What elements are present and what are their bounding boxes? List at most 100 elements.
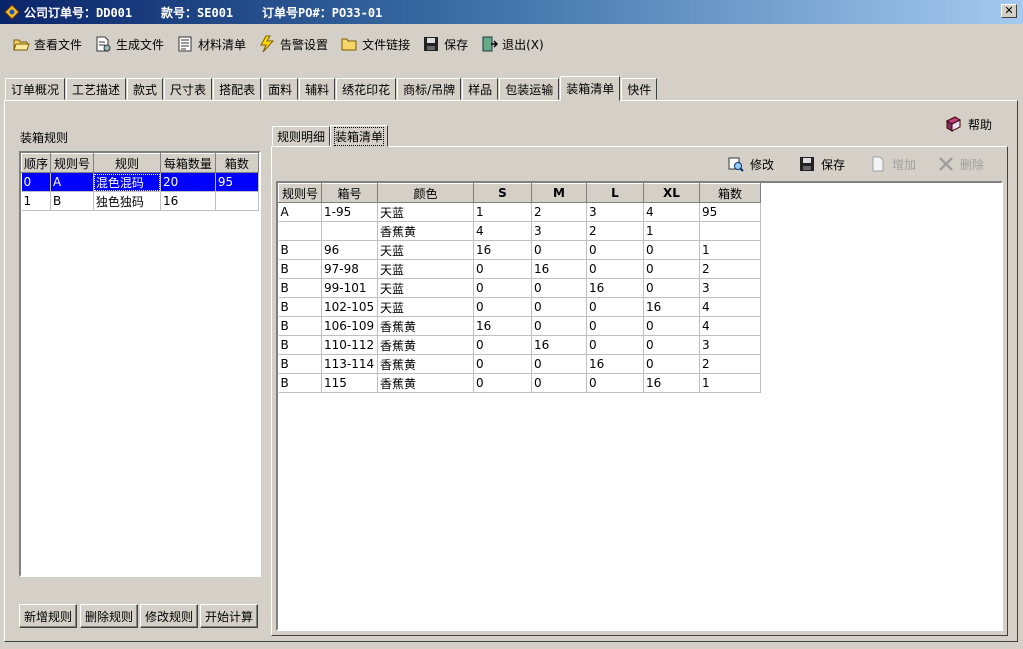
packing-cell[interactable]: 0: [531, 240, 587, 260]
tab-order-overview[interactable]: 订单概况: [5, 78, 66, 100]
tab-packing-shipping[interactable]: 包装运输: [499, 78, 560, 100]
tab-style[interactable]: 款式: [127, 78, 164, 100]
tab-assortment[interactable]: 搭配表: [213, 78, 262, 100]
tab-fabric[interactable]: 面料: [262, 78, 299, 100]
packing-cell[interactable]: 0: [473, 335, 532, 355]
packing-cell[interactable]: 3: [699, 278, 761, 298]
file-link-button[interactable]: 文件链接: [340, 32, 410, 56]
packing-cell[interactable]: 0: [643, 278, 700, 298]
packing-cell[interactable]: B: [278, 240, 322, 260]
packing-cell[interactable]: 96: [321, 240, 378, 260]
packing-cell[interactable]: 16: [473, 240, 532, 260]
packing-cell[interactable]: 香蕉黄: [377, 316, 474, 336]
packing-cell[interactable]: 16: [586, 354, 644, 374]
packing-cell[interactable]: [699, 221, 761, 241]
packing-cell[interactable]: B: [278, 373, 322, 393]
rule-cell[interactable]: 95: [215, 172, 259, 192]
packing-cell[interactable]: B: [278, 316, 322, 336]
packing-cell[interactable]: 106-109: [321, 316, 378, 336]
subtab-rule-details[interactable]: 规则明细: [272, 126, 331, 146]
packing-col-header[interactable]: 箱号: [321, 183, 378, 203]
packing-cell[interactable]: 4: [699, 316, 761, 336]
start-calc-button[interactable]: 开始计算: [200, 604, 258, 628]
packing-cell[interactable]: B: [278, 278, 322, 298]
packing-cell[interactable]: 1: [699, 240, 761, 260]
help-button[interactable]: 帮助: [944, 115, 992, 133]
packing-cell[interactable]: 4: [473, 221, 532, 241]
rule-cell[interactable]: 1: [21, 191, 52, 211]
packing-row[interactable]: B 106-109 香蕉黄 16 0 0 0 4: [278, 316, 761, 336]
tab-packing-list[interactable]: 装箱清单: [560, 76, 621, 101]
packing-cell[interactable]: 0: [473, 259, 532, 279]
packing-cell[interactable]: 0: [643, 316, 700, 336]
subtab-packing-list[interactable]: 装箱清单: [330, 125, 389, 147]
packing-cell[interactable]: B: [278, 335, 322, 355]
tab-size-chart[interactable]: 尺寸表: [164, 78, 213, 100]
packing-cell[interactable]: 4: [699, 297, 761, 317]
packing-cell[interactable]: 0: [643, 335, 700, 355]
packing-cell[interactable]: 102-105: [321, 297, 378, 317]
rule-row[interactable]: 0 A 混色混码 20 95: [21, 172, 259, 192]
packing-col-header[interactable]: 箱数: [699, 183, 761, 203]
packing-cell[interactable]: 0: [643, 240, 700, 260]
packing-cell[interactable]: 0: [531, 316, 587, 336]
packing-cell[interactable]: 0: [586, 316, 644, 336]
packing-rules-grid[interactable]: 顺序 规则号 规则 每箱数量 箱数 0 A 混色混码 20 95 1 B 独色独码 16: [19, 151, 261, 577]
packing-cell[interactable]: 0: [473, 354, 532, 374]
packing-cell[interactable]: 天蓝: [377, 202, 474, 222]
packing-cell[interactable]: B: [278, 259, 322, 279]
packing-cell[interactable]: 香蕉黄: [377, 373, 474, 393]
packing-col-header[interactable]: S: [473, 183, 532, 203]
packing-row[interactable]: B 102-105 天蓝 0 0 0 16 4: [278, 297, 761, 317]
rules-col-header[interactable]: 顺序: [21, 153, 52, 173]
packing-col-header[interactable]: M: [531, 183, 587, 203]
add-row-button[interactable]: 增加: [870, 155, 916, 173]
rules-col-header[interactable]: 箱数: [214, 153, 259, 173]
rules-col-header[interactable]: 每箱数量: [160, 153, 216, 173]
rule-cell[interactable]: B: [50, 191, 94, 211]
packing-cell[interactable]: 16: [586, 278, 644, 298]
save-packing-button[interactable]: 保存: [799, 155, 845, 173]
packing-cell[interactable]: 0: [473, 297, 532, 317]
packing-cell[interactable]: 香蕉黄: [377, 335, 474, 355]
packing-row[interactable]: A 1-95 天蓝 1 2 3 4 95: [278, 202, 761, 222]
packing-col-header[interactable]: 颜色: [377, 183, 474, 203]
rule-cell[interactable]: A: [50, 172, 94, 192]
packing-cell[interactable]: A: [278, 202, 322, 222]
packing-cell[interactable]: 115: [321, 373, 378, 393]
packing-col-header[interactable]: 规则号: [278, 183, 322, 203]
packing-cell[interactable]: B: [278, 354, 322, 374]
rules-col-header[interactable]: 规则号: [50, 153, 94, 173]
packing-cell[interactable]: 1: [643, 221, 700, 241]
packing-cell[interactable]: 0: [643, 259, 700, 279]
packing-row[interactable]: B 97-98 天蓝 0 16 0 0 2: [278, 259, 761, 279]
packing-cell[interactable]: 16: [643, 297, 700, 317]
packing-cell[interactable]: 16: [531, 335, 587, 355]
packing-cell[interactable]: 3: [699, 335, 761, 355]
edit-rule-button[interactable]: 修改规则: [140, 604, 198, 628]
add-rule-button[interactable]: 新增规则: [19, 604, 77, 628]
packing-cell[interactable]: B: [278, 297, 322, 317]
packing-cell[interactable]: 2: [699, 354, 761, 374]
rule-cell[interactable]: 20: [160, 172, 216, 192]
packing-cell[interactable]: 110-112: [321, 335, 378, 355]
packing-cell[interactable]: 0: [531, 297, 587, 317]
packing-cell[interactable]: 16: [473, 316, 532, 336]
generate-file-button[interactable]: 生成文件: [94, 32, 164, 56]
packing-cell[interactable]: 天蓝: [377, 278, 474, 298]
packing-cell[interactable]: [278, 221, 322, 241]
packing-cell[interactable]: 2: [586, 221, 644, 241]
packing-cell[interactable]: 3: [531, 221, 587, 241]
packing-cell[interactable]: 113-114: [321, 354, 378, 374]
rule-row[interactable]: 1 B 独色独码 16: [21, 191, 259, 211]
packing-cell[interactable]: 天蓝: [377, 259, 474, 279]
packing-list-grid[interactable]: 规则号 箱号 颜色 S M L XL 箱数 A 1-95 天蓝 1 2 3 4 95 香蕉黄 4 3 2 1 B 96 天蓝…: [276, 181, 1003, 631]
packing-cell[interactable]: 0: [586, 240, 644, 260]
packing-cell[interactable]: 1: [473, 202, 532, 222]
packing-cell[interactable]: 99-101: [321, 278, 378, 298]
packing-cell[interactable]: 0: [531, 373, 587, 393]
exit-button[interactable]: 退出(X): [480, 32, 544, 56]
packing-cell[interactable]: 2: [699, 259, 761, 279]
view-file-button[interactable]: 查看文件: [12, 32, 82, 56]
packing-row[interactable]: B 99-101 天蓝 0 0 16 0 3: [278, 278, 761, 298]
